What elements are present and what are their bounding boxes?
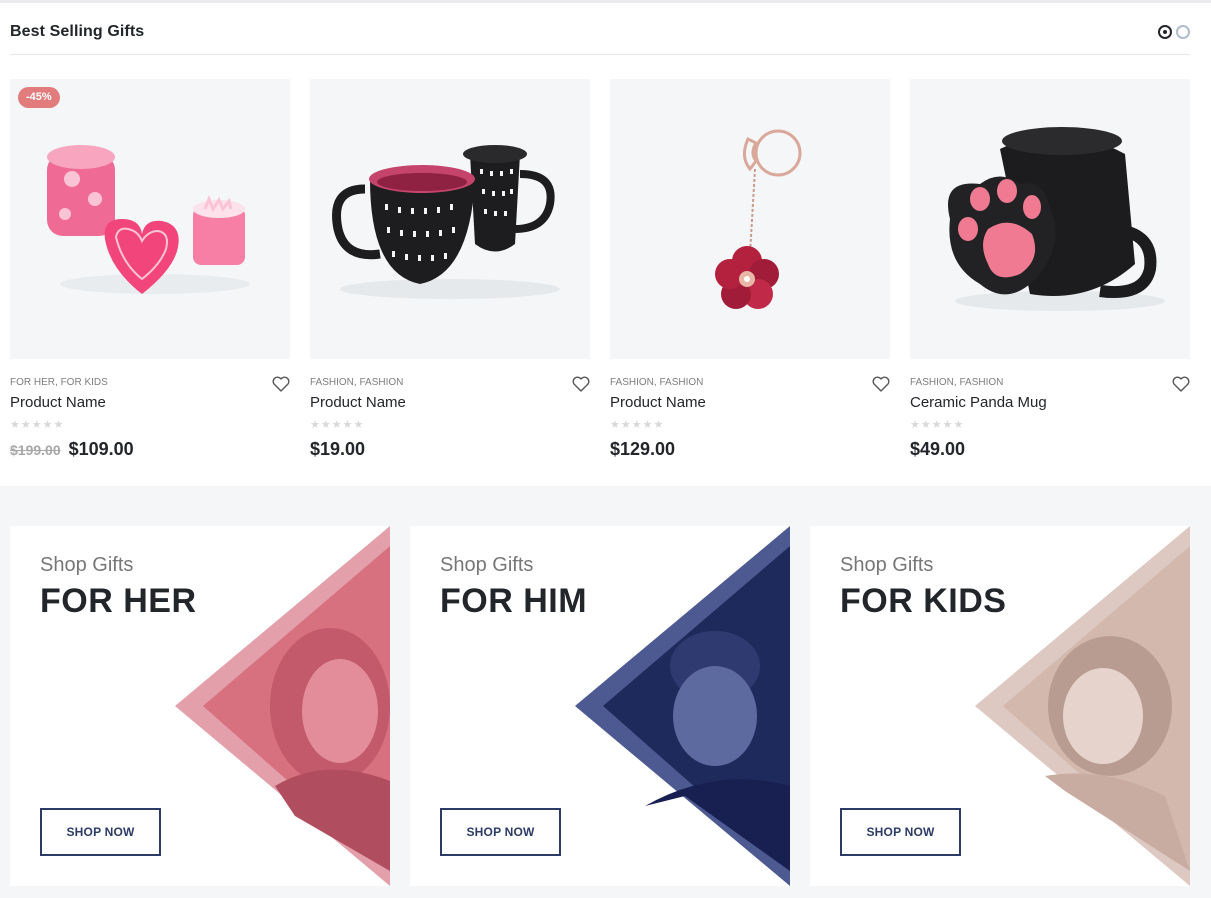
product-categories: FASHION, FASHION (610, 377, 704, 388)
shop-now-button[interactable]: SHOP NOW (440, 808, 561, 856)
product-card: FASHION, FASHION Ceramic Panda Mug ★★★★★… (910, 79, 1190, 469)
banner-subtitle: Shop Gifts (40, 554, 134, 576)
price: $19.00 (310, 439, 366, 459)
banner-subtitle: Shop Gifts (440, 554, 534, 576)
price: $129.00 (610, 439, 676, 459)
product-name[interactable]: Product Name (610, 394, 706, 411)
product-name[interactable]: Ceramic Panda Mug (910, 394, 1047, 411)
mugs-image (332, 145, 560, 299)
banner-for-him[interactable]: Shop Gifts FOR HIM SHOP NOW (410, 526, 790, 886)
shop-now-button[interactable]: SHOP NOW (40, 808, 161, 856)
product-card: FASHION, FASHION Product Name ★★★★★ $19.… (310, 79, 590, 469)
product-categories: FASHION, FASHION (910, 377, 1004, 388)
product-image[interactable] (310, 79, 590, 359)
man-photo (575, 526, 790, 886)
carousel-pagination (1158, 25, 1190, 39)
wishlist-icon[interactable] (872, 376, 890, 392)
child-photo (975, 526, 1190, 886)
product-categories: FASHION, FASHION (310, 377, 404, 388)
banner-title: FOR HIM (440, 582, 588, 620)
product-image[interactable] (610, 79, 890, 359)
banner-for-her[interactable]: Shop Gifts FOR HER SHOP NOW (10, 526, 390, 886)
rating-stars: ★★★★★ (910, 419, 965, 431)
banner-title: FOR HER (40, 582, 197, 620)
rating-stars: ★★★★★ (10, 419, 65, 431)
product-image[interactable] (910, 79, 1190, 359)
category-link[interactable]: FASHION (610, 377, 654, 388)
promo-banners: Shop Gifts FOR HER SHOP NOW Shop Gifts F… (0, 486, 1211, 898)
product-card: -45% FOR HER, FOR KIDS Product Name ★★★★… (10, 79, 290, 469)
section-title: Best Selling Gifts (10, 23, 145, 40)
sale-badge: -45% (18, 87, 60, 108)
carousel-dot-2[interactable] (1176, 25, 1190, 39)
carousel-dot-1[interactable] (1158, 25, 1172, 39)
panda-mug-image (948, 127, 1165, 311)
section-header: Best Selling Gifts (10, 20, 1190, 55)
price-row: $199.00 $109.00 (10, 439, 134, 460)
category-link[interactable]: FASHION (310, 377, 354, 388)
wishlist-icon[interactable] (272, 376, 290, 392)
candles-image (47, 145, 250, 294)
price: $49.00 (910, 439, 966, 459)
price: $109.00 (68, 439, 134, 459)
wishlist-icon[interactable] (1172, 376, 1190, 392)
banner-subtitle: Shop Gifts (840, 554, 934, 576)
product-carousel: -45% FOR HER, FOR KIDS Product Name ★★★★… (10, 79, 1190, 469)
banner-for-kids[interactable]: Shop Gifts FOR KIDS SHOP NOW (810, 526, 1190, 886)
product-name[interactable]: Product Name (10, 394, 106, 411)
product-image[interactable]: -45% (10, 79, 290, 359)
price-row: $19.00 (310, 439, 365, 460)
wishlist-icon[interactable] (572, 376, 590, 392)
rating-stars: ★★★★★ (310, 419, 365, 431)
category-link[interactable]: FASHION (959, 377, 1003, 388)
category-link[interactable]: FASHION (910, 377, 954, 388)
keychain-image (715, 129, 802, 309)
old-price: $199.00 (10, 442, 61, 458)
shop-now-button[interactable]: SHOP NOW (840, 808, 961, 856)
category-link[interactable]: FOR KIDS (61, 377, 108, 388)
woman-photo (175, 526, 390, 886)
rating-stars: ★★★★★ (610, 419, 665, 431)
category-link[interactable]: FASHION (359, 377, 403, 388)
category-link[interactable]: FASHION (659, 377, 703, 388)
price-row: $49.00 (910, 439, 965, 460)
category-link[interactable]: FOR HER (10, 377, 55, 388)
top-divider (0, 0, 1211, 3)
product-name[interactable]: Product Name (310, 394, 406, 411)
product-categories: FOR HER, FOR KIDS (10, 377, 108, 388)
price-row: $129.00 (610, 439, 675, 460)
product-card: FASHION, FASHION Product Name ★★★★★ $129… (610, 79, 890, 469)
